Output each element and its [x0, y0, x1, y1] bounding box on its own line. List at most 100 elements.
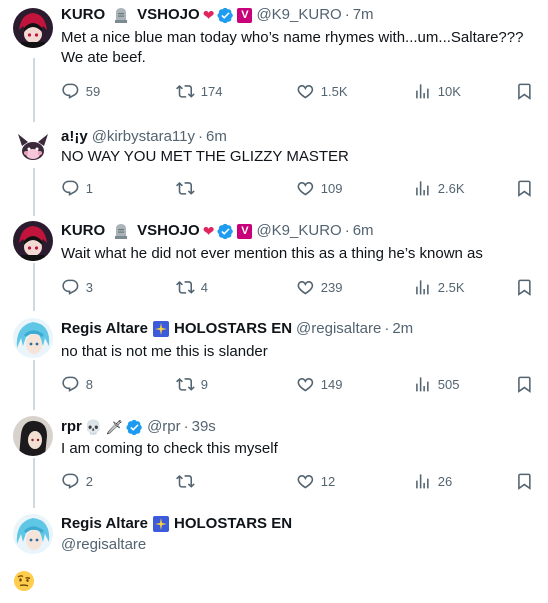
like-button[interactable]: 239: [296, 277, 342, 297]
tweet-actions: 8 9 149 505: [61, 374, 548, 394]
separator-dot: ·: [344, 6, 350, 23]
display-name-suffix[interactable]: VSHOJO: [137, 5, 200, 25]
like-button[interactable]: 109: [296, 178, 342, 198]
avatar-kuro[interactable]: [13, 8, 53, 48]
like-button[interactable]: 12: [296, 471, 335, 491]
repost-count: 4: [200, 279, 208, 295]
display-name[interactable]: a!¡y: [61, 127, 88, 147]
views-button[interactable]: 505: [413, 374, 459, 394]
handle[interactable]: @K9_KURO: [256, 5, 341, 25]
vshojo-badge-icon[interactable]: V: [237, 7, 253, 23]
bookmark-button[interactable]: [515, 374, 534, 394]
bookmark-button[interactable]: [515, 81, 534, 101]
separator-dot: ·: [183, 418, 189, 435]
handle[interactable]: @rpr: [147, 417, 181, 437]
timestamp[interactable]: 39s: [192, 417, 216, 437]
tweet-text-line: We ate beef.: [61, 49, 146, 66]
tweet-header: Regis Altare HOLOSTARS EN @regisaltare ·…: [61, 319, 538, 339]
reply-icon: [62, 376, 79, 392]
views-button[interactable]: 26: [413, 471, 452, 491]
like-count: 239: [320, 279, 343, 295]
timestamp[interactable]: 6m: [206, 127, 227, 147]
views-button[interactable]: 2.5K: [413, 277, 465, 297]
bookmark-icon: [518, 83, 531, 100]
bookmark-button[interactable]: [515, 277, 534, 297]
heart-icon: [297, 280, 314, 295]
tweet-actions: 59 174 1.5K 10K: [61, 81, 548, 101]
separator-dot: ·: [344, 222, 350, 239]
handle[interactable]: @K9_KURO: [256, 221, 341, 241]
handle[interactable]: @kirbystara11y: [92, 127, 195, 147]
view-count: 2.5K: [437, 279, 465, 295]
bookmark-button[interactable]: [515, 178, 534, 198]
tweet[interactable]: a!¡y @kirbystara11y · 6m NO WAY YOU MET …: [0, 120, 548, 217]
vshojo-badge-icon[interactable]: V: [237, 223, 253, 239]
tweet[interactable]: rpr 💀 🗡 @rpr · 39s I am coming to check …: [0, 412, 548, 510]
tweet[interactable]: KURO VSHOJO ❤ V @K9_KURO · 6m Wait what …: [0, 217, 548, 314]
display-name-suffix[interactable]: HOLOSTARS EN: [174, 514, 292, 534]
avatar-kuro[interactable]: [13, 221, 53, 261]
reply-count: 8: [85, 376, 93, 392]
timestamp[interactable]: 7m: [353, 5, 374, 25]
repost-button[interactable]: 174: [176, 81, 222, 101]
tweet[interactable]: KURO VSHOJO ❤ V @K9_KURO · 7m Met a nice…: [0, 0, 548, 120]
heart-icon: [297, 474, 314, 489]
repost-count: 9: [200, 376, 208, 392]
sparkle-icon: [152, 516, 169, 532]
like-count: 1.5K: [320, 83, 348, 99]
handle[interactable]: @regisaltare: [296, 319, 381, 339]
bookmark-button[interactable]: [515, 471, 534, 491]
reply-button[interactable]: 59: [61, 81, 100, 101]
reply-button[interactable]: 2: [61, 471, 93, 491]
tweet[interactable]: Regis Altare HOLOSTARS EN @regisaltare ·…: [0, 314, 548, 412]
avatar-rpr[interactable]: [13, 416, 53, 456]
bookmark-icon: [518, 180, 531, 197]
heart-icon: [297, 181, 314, 196]
tweet-actions: 1 109 2.6K: [61, 178, 548, 198]
heart-icon: [297, 84, 314, 99]
avatar-regisaltare[interactable]: [13, 318, 53, 358]
separator-dot: ·: [384, 320, 390, 337]
display-name[interactable]: KURO: [61, 221, 105, 241]
repost-button[interactable]: [176, 471, 201, 491]
repost-count: 174: [200, 83, 223, 99]
like-button[interactable]: 1.5K: [296, 81, 348, 101]
display-name[interactable]: Regis Altare: [61, 319, 148, 339]
repost-button[interactable]: 4: [176, 277, 208, 297]
view-count: 2.6K: [437, 180, 465, 196]
focused-reply[interactable]: Regis Altare HOLOSTARS EN @regisaltare: [0, 510, 548, 603]
dagger-icon: 🗡: [105, 419, 124, 435]
views-icon: [416, 376, 429, 392]
like-count: 149: [320, 376, 343, 392]
tweet-text: Met a nice blue man today who’s name rhy…: [61, 28, 534, 68]
display-name[interactable]: rpr: [61, 417, 82, 437]
display-name[interactable]: KURO: [61, 5, 105, 25]
avatar-kirbystara11y[interactable]: [13, 126, 53, 166]
reply-author-handle[interactable]: @regisaltare: [61, 535, 534, 555]
display-name[interactable]: Regis Altare: [61, 514, 148, 534]
reply-count: 2: [85, 473, 93, 489]
avatar-regisaltare[interactable]: [13, 514, 53, 554]
timestamp[interactable]: 6m: [353, 221, 374, 241]
display-name-suffix[interactable]: HOLOSTARS EN: [174, 319, 292, 339]
repost-button[interactable]: 9: [176, 374, 208, 394]
verified-badge-icon[interactable]: [217, 7, 234, 24]
tweet-text: Wait what he did not ever mention this a…: [61, 244, 534, 264]
reply-count: 59: [85, 83, 101, 99]
reply-button[interactable]: 1: [61, 178, 93, 198]
reply-button[interactable]: 3: [61, 277, 93, 297]
views-button[interactable]: 10K: [413, 81, 461, 101]
views-button[interactable]: 2.6K: [413, 178, 465, 198]
tweet-actions: 2 12 26: [61, 471, 548, 491]
repost-icon: [176, 377, 195, 391]
verified-badge-icon[interactable]: [217, 223, 234, 240]
reply-icon: [62, 180, 79, 196]
reply-count: 1: [85, 180, 93, 196]
reply-button[interactable]: 8: [61, 374, 93, 394]
repost-button[interactable]: [176, 178, 201, 198]
verified-badge-icon[interactable]: [126, 419, 143, 436]
timestamp[interactable]: 2m: [392, 319, 413, 339]
display-name-suffix[interactable]: VSHOJO: [137, 221, 200, 241]
heart-ribbon-icon: ❤: [202, 223, 215, 239]
like-button[interactable]: 149: [296, 374, 342, 394]
